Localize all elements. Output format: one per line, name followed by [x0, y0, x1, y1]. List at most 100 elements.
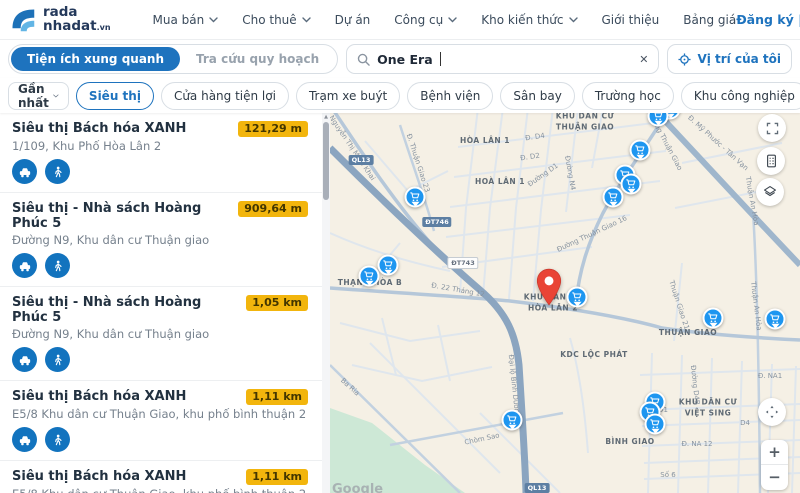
fullscreen-button[interactable] — [758, 114, 786, 142]
sort-dropdown[interactable]: Gần nhất — [8, 82, 69, 110]
layers-button[interactable] — [756, 178, 784, 206]
search-input[interactable]: One Era ✕ — [346, 44, 659, 74]
nav-item-label: Bảng giá — [683, 13, 736, 27]
results-panel: Siêu thị Bách hóa XANH 121,29 m 1/109, K… — [0, 113, 330, 493]
filter-toolbar: Gần nhất Siêu thị Cửa hàng tiện lợi Trạm… — [0, 78, 800, 113]
result-address: Đường N9, Khu dân cư Thuận giao — [12, 328, 308, 341]
result-address: Đường N9, Khu dân cư Thuận giao — [12, 234, 308, 247]
search-query-text: One Era — [377, 52, 433, 67]
search-icon — [357, 53, 370, 66]
nav-item[interactable]: Cho thuê — [242, 13, 310, 27]
pedestrian-icon — [52, 259, 64, 273]
nav-item-label: Dự án — [335, 13, 371, 27]
walking-route-button[interactable] — [45, 159, 70, 184]
driving-route-button[interactable] — [12, 159, 37, 184]
result-address: 1/109, Khu Phố Hòa Lân 2 — [12, 140, 308, 153]
supermarket-marker[interactable] — [603, 187, 624, 208]
result-list-item[interactable]: Siêu thị Bách hóa XANH 1,11 km E5/8 Khu … — [0, 381, 322, 461]
search-mode-tab[interactable]: Tra cứu quy hoạch — [180, 47, 335, 71]
zoom-out-button[interactable]: − — [761, 465, 788, 490]
logo-icon — [8, 5, 38, 35]
my-location-button[interactable]: Vị trí của tôi — [667, 44, 792, 74]
category-chip[interactable]: Trạm xe buýt — [296, 82, 400, 110]
driving-route-button[interactable] — [12, 427, 37, 452]
result-title: Siêu thị - Nhà sách Hoàng Phúc 5 — [12, 201, 230, 231]
car-icon — [18, 434, 32, 446]
walking-route-button[interactable] — [45, 253, 70, 278]
distance-badge: 121,29 m — [238, 121, 308, 137]
result-address: E5/8 Khu dân cư Thuận Giao, khu phố bình… — [12, 488, 308, 493]
list-scrollbar[interactable]: ▲ — [322, 113, 330, 493]
distance-badge: 1,11 km — [246, 389, 308, 405]
supermarket-marker[interactable] — [703, 308, 724, 329]
result-title: Siêu thị Bách hóa XANH — [12, 389, 186, 404]
distance-badge: 1,05 km — [246, 295, 308, 311]
scrollbar-thumb[interactable] — [323, 122, 329, 200]
nav-item-label: Cho thuê — [242, 13, 296, 27]
zoom-controls: + − — [761, 440, 788, 490]
nav-item-label: Mua bán — [153, 13, 205, 27]
my-location-label: Vị trí của tôi — [697, 52, 781, 66]
supermarket-marker[interactable] — [567, 287, 588, 308]
nav-item[interactable]: Mua bán — [153, 13, 219, 27]
legend-button[interactable] — [757, 147, 785, 175]
supermarket-marker[interactable] — [502, 410, 523, 431]
supermarket-marker[interactable] — [378, 255, 399, 276]
zoom-in-button[interactable]: + — [761, 440, 788, 465]
driving-route-button[interactable] — [12, 253, 37, 278]
result-title: Siêu thị Bách hóa XANH — [12, 121, 186, 136]
supermarket-marker[interactable] — [645, 414, 666, 435]
chevron-down-icon — [209, 17, 218, 23]
result-list-item[interactable]: Siêu thị - Nhà sách Hoàng Phúc 5 1,05 km… — [0, 287, 322, 381]
pedestrian-icon — [52, 165, 64, 179]
supermarket-marker[interactable] — [405, 187, 426, 208]
category-chip[interactable]: Khu công nghiệp — [681, 82, 800, 110]
pan-button[interactable] — [758, 398, 786, 426]
location-pin[interactable] — [536, 268, 563, 310]
shopping-cart-icon — [507, 415, 518, 426]
result-list-item[interactable]: Siêu thị Bách hóa XANH 1,11 km E5/8 Khu … — [0, 461, 322, 493]
result-title: Siêu thị Bách hóa XANH — [12, 469, 186, 484]
car-icon — [18, 166, 32, 178]
category-chip[interactable]: Siêu thị — [76, 82, 154, 110]
map-canvas[interactable]: KHU DÂN CƯ THUẬN GIAO HÒA LÂN 1 HOÀ LÂN … — [330, 113, 800, 493]
category-chip[interactable]: Sân bay — [500, 82, 574, 110]
site-logo[interactable]: rada nhadat.vn — [8, 5, 111, 35]
result-list-item[interactable]: Siêu thị Bách hóa XANH 121,29 m 1/109, K… — [0, 113, 322, 193]
nav-item[interactable]: Kho kiến thức — [481, 13, 577, 27]
category-chip[interactable]: Trường học — [582, 82, 674, 110]
category-chip[interactable]: Cửa hàng tiện lợi — [161, 82, 289, 110]
walking-route-button[interactable] — [45, 427, 70, 452]
distance-badge: 1,11 km — [246, 469, 308, 485]
content-area: Siêu thị Bách hóa XANH 121,29 m 1/109, K… — [0, 113, 800, 493]
driving-route-button[interactable] — [12, 347, 37, 372]
supermarket-marker[interactable] — [765, 309, 786, 330]
layers-icon — [763, 185, 777, 199]
car-icon — [18, 260, 32, 272]
result-list-item[interactable]: Siêu thị - Nhà sách Hoàng Phúc 5 909,64 … — [0, 193, 322, 287]
nav-item[interactable]: Công cụ — [394, 13, 457, 27]
nav-item[interactable]: Bảng giá — [683, 13, 736, 27]
map-roads — [330, 113, 800, 493]
supermarket-marker[interactable] — [359, 266, 380, 287]
search-mode-tab[interactable]: Tiện ích xung quanh — [11, 47, 180, 71]
chevron-down-icon — [569, 17, 578, 23]
auth-links[interactable]: Đăng ký | Đăng nhập — [736, 12, 800, 27]
nav-item[interactable]: Giới thiệu — [602, 13, 660, 27]
supermarket-marker[interactable] — [621, 174, 642, 195]
four-arrows-icon — [765, 405, 779, 419]
nav-item[interactable]: Dự án — [335, 13, 371, 27]
scroll-up-arrow[interactable]: ▲ — [322, 114, 330, 120]
supermarket-marker[interactable] — [630, 140, 651, 161]
shopping-cart-icon — [708, 313, 719, 324]
nav-item-label: Kho kiến thức — [481, 13, 563, 27]
chevron-down-icon — [302, 17, 311, 23]
shopping-cart-icon — [383, 260, 394, 271]
clear-search-icon[interactable]: ✕ — [639, 53, 648, 66]
shopping-cart-icon — [635, 145, 646, 156]
shopping-cart-icon — [650, 419, 661, 430]
category-chip[interactable]: Bệnh viện — [407, 82, 493, 110]
result-title: Siêu thị - Nhà sách Hoàng Phúc 5 — [12, 295, 238, 325]
walking-route-button[interactable] — [45, 347, 70, 372]
shopping-cart-icon — [572, 292, 583, 303]
